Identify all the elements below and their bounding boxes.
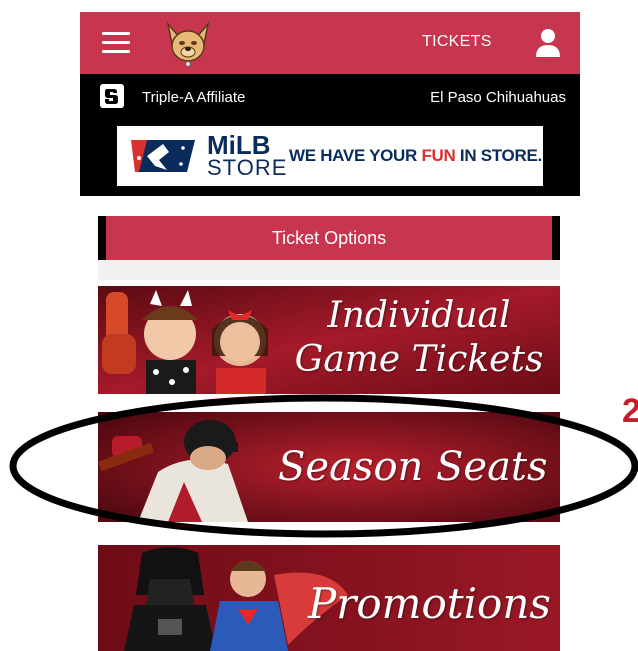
- affiliate-label: Triple-A Affiliate: [142, 89, 246, 106]
- promotions-banner[interactable]: Promotions: [98, 545, 560, 651]
- affiliate-bar: Triple-A Affiliate El Paso Chihuahuas Mi…: [80, 74, 580, 196]
- banner-title-individual: Individual Game Tickets: [288, 294, 550, 382]
- ticket-options-header: Ticket Options: [98, 216, 560, 260]
- options-divider: [98, 260, 560, 280]
- title-line-2: Game Tickets: [294, 339, 544, 380]
- top-nav-bar: TICKETS: [80, 12, 580, 74]
- slogan-part-2: IN STORE.: [455, 146, 542, 165]
- milb-slogan: WE HAVE YOUR FUN IN STORE.: [289, 146, 542, 166]
- season-seats-banner[interactable]: Season Seats: [98, 412, 560, 522]
- milb-store-word: STORE: [207, 155, 288, 180]
- milb-logo-icon: [131, 140, 195, 172]
- slogan-fun: FUN: [421, 146, 456, 165]
- chihuahua-logo[interactable]: [162, 18, 214, 70]
- step-number-label: 2: [622, 392, 638, 430]
- banner-title-promotions: Promotions: [308, 579, 551, 628]
- milb-store-ad[interactable]: MiLB STORE WE HAVE YOUR FUN IN STORE.: [117, 126, 543, 186]
- user-icon[interactable]: [534, 27, 562, 57]
- banner-title-season-seats: Season Seats: [278, 444, 548, 490]
- page: TICKETS Triple-A Affiliate El Paso Chihu…: [0, 0, 638, 651]
- individual-game-tickets-banner[interactable]: Individual Game Tickets: [98, 286, 560, 394]
- tickets-link[interactable]: TICKETS: [422, 33, 492, 51]
- padres-icon[interactable]: [100, 84, 124, 108]
- title-line-1: Individual: [327, 295, 511, 336]
- hamburger-icon[interactable]: [102, 32, 130, 54]
- team-name-link[interactable]: El Paso Chihuahuas: [430, 89, 566, 106]
- slogan-part-1: WE HAVE YOUR: [289, 146, 422, 165]
